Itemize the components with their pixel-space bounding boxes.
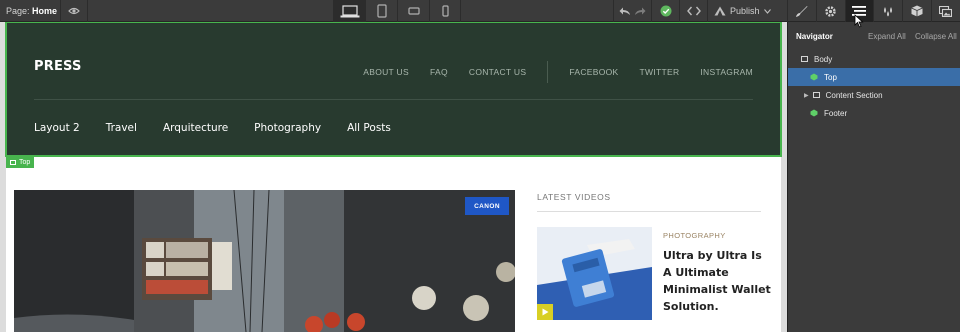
navigator-panel: Navigator Expand All Collapse All Body T… xyxy=(787,14,960,332)
latest-videos-divider xyxy=(537,211,761,212)
tab-style-manager[interactable] xyxy=(787,0,816,22)
play-icon xyxy=(542,308,548,316)
collapse-all-button[interactable]: Collapse All xyxy=(915,32,957,41)
undo-icon xyxy=(619,7,630,15)
main-nav: Layout 2 Travel Arquitecture Photography… xyxy=(34,122,417,134)
panel-tabs xyxy=(787,0,960,22)
selection-label[interactable]: Top xyxy=(6,157,35,168)
play-button[interactable] xyxy=(537,304,553,320)
tab-settings[interactable] xyxy=(815,0,845,22)
device-phone-landscape-button[interactable] xyxy=(397,0,429,22)
check-circle-icon xyxy=(660,5,671,17)
navigator-title: Navigator xyxy=(796,31,833,41)
images-icon xyxy=(939,5,953,17)
tab-components[interactable] xyxy=(902,0,931,22)
tree-node-label: Body xyxy=(814,54,833,64)
section-icon xyxy=(10,160,16,165)
code-button[interactable] xyxy=(679,0,707,22)
status-ok-button[interactable] xyxy=(651,0,679,22)
section-icon xyxy=(812,92,820,98)
social-instagram[interactable]: INSTAGRAM xyxy=(700,67,753,77)
symbol-icon xyxy=(810,73,818,81)
featured-badge[interactable]: CANON xyxy=(465,197,509,215)
header-divider xyxy=(34,99,753,100)
expand-all-button[interactable]: Expand All xyxy=(868,32,906,41)
section-icon xyxy=(801,56,808,62)
video-thumbnail[interactable] xyxy=(537,227,652,320)
nav-divider xyxy=(547,61,549,83)
design-canvas[interactable]: PRESS ABOUT US FAQ CONTACT US FACEBOOK T… xyxy=(0,22,787,332)
eye-icon xyxy=(68,7,80,15)
laptop-icon xyxy=(340,4,359,17)
featured-image[interactable] xyxy=(14,190,515,332)
tablet-icon xyxy=(376,4,387,18)
undo-redo-buttons[interactable] xyxy=(613,0,651,22)
tree-node-label: Footer xyxy=(824,108,848,118)
top-nav-contact[interactable]: CONTACT US xyxy=(469,67,526,77)
box-icon xyxy=(911,5,923,17)
wallet-photo xyxy=(537,227,652,320)
publish-label: Publish xyxy=(730,6,760,16)
phone-portrait-icon xyxy=(441,5,449,17)
top-section-selected[interactable]: PRESS ABOUT US FAQ CONTACT US FACEBOOK T… xyxy=(5,22,782,157)
preview-button[interactable] xyxy=(60,0,88,22)
main-nav-photography[interactable]: Photography xyxy=(254,122,321,134)
drops-icon xyxy=(883,6,892,16)
tab-assets[interactable] xyxy=(930,0,960,22)
code-icon xyxy=(686,6,701,16)
expand-arrow-icon[interactable]: ▶ xyxy=(804,92,809,99)
gear-icon xyxy=(825,5,836,17)
designer-toolbar: Page: Home Publish xyxy=(0,0,960,22)
top-nav-faq[interactable]: FAQ xyxy=(430,67,448,77)
main-nav-arquitecture[interactable]: Arquitecture xyxy=(163,122,228,134)
latest-videos-title: LATEST VIDEOS xyxy=(537,192,611,202)
toolbar-actions: Publish xyxy=(613,0,777,22)
navigator-header: Navigator Expand All Collapse All xyxy=(788,22,960,50)
phone-landscape-icon xyxy=(407,7,420,15)
publish-icon xyxy=(714,6,726,16)
mouse-cursor-icon xyxy=(854,14,864,28)
page-name: Home xyxy=(32,6,58,16)
device-laptop-button[interactable] xyxy=(333,0,365,22)
main-nav-all-posts[interactable]: All Posts xyxy=(347,122,391,134)
main-nav-travel[interactable]: Travel xyxy=(106,122,137,134)
selection-label-text: Top xyxy=(19,159,31,166)
redo-icon xyxy=(635,7,646,15)
tree-node-label: Content Section xyxy=(825,90,883,100)
device-phone-portrait-button[interactable] xyxy=(429,0,461,22)
video-headline[interactable]: Ultra by Ultra Is A Ultimate Minimalist … xyxy=(663,247,771,315)
publish-button[interactable]: Publish xyxy=(707,0,777,22)
brush-icon xyxy=(796,5,808,17)
social-twitter[interactable]: TWITTER xyxy=(640,67,680,77)
social-facebook[interactable]: FACEBOOK xyxy=(569,67,618,77)
tab-symbols[interactable] xyxy=(873,0,902,22)
tree-node-content-section[interactable]: ▶ Content Section xyxy=(788,86,960,104)
device-switcher xyxy=(333,0,461,22)
tree-node-label: Top xyxy=(824,72,837,82)
device-tablet-button[interactable] xyxy=(365,0,397,22)
top-nav-about[interactable]: ABOUT US xyxy=(363,67,409,77)
main-nav-layout-2[interactable]: Layout 2 xyxy=(34,122,80,134)
tree-node-body[interactable]: Body xyxy=(788,50,960,68)
street-photo xyxy=(14,190,515,332)
site-brand[interactable]: PRESS xyxy=(34,59,82,74)
tree-node-footer[interactable]: Footer xyxy=(788,104,960,122)
page-indicator[interactable]: Page: Home xyxy=(6,0,57,22)
top-nav: ABOUT US FAQ CONTACT US FACEBOOK TWITTER… xyxy=(342,61,753,83)
tree-node-top[interactable]: Top xyxy=(788,68,960,86)
page-label: Page: xyxy=(6,6,30,16)
symbol-icon xyxy=(810,109,818,117)
chevron-down-icon xyxy=(763,8,771,14)
video-category[interactable]: PHOTOGRAPHY xyxy=(663,231,726,240)
